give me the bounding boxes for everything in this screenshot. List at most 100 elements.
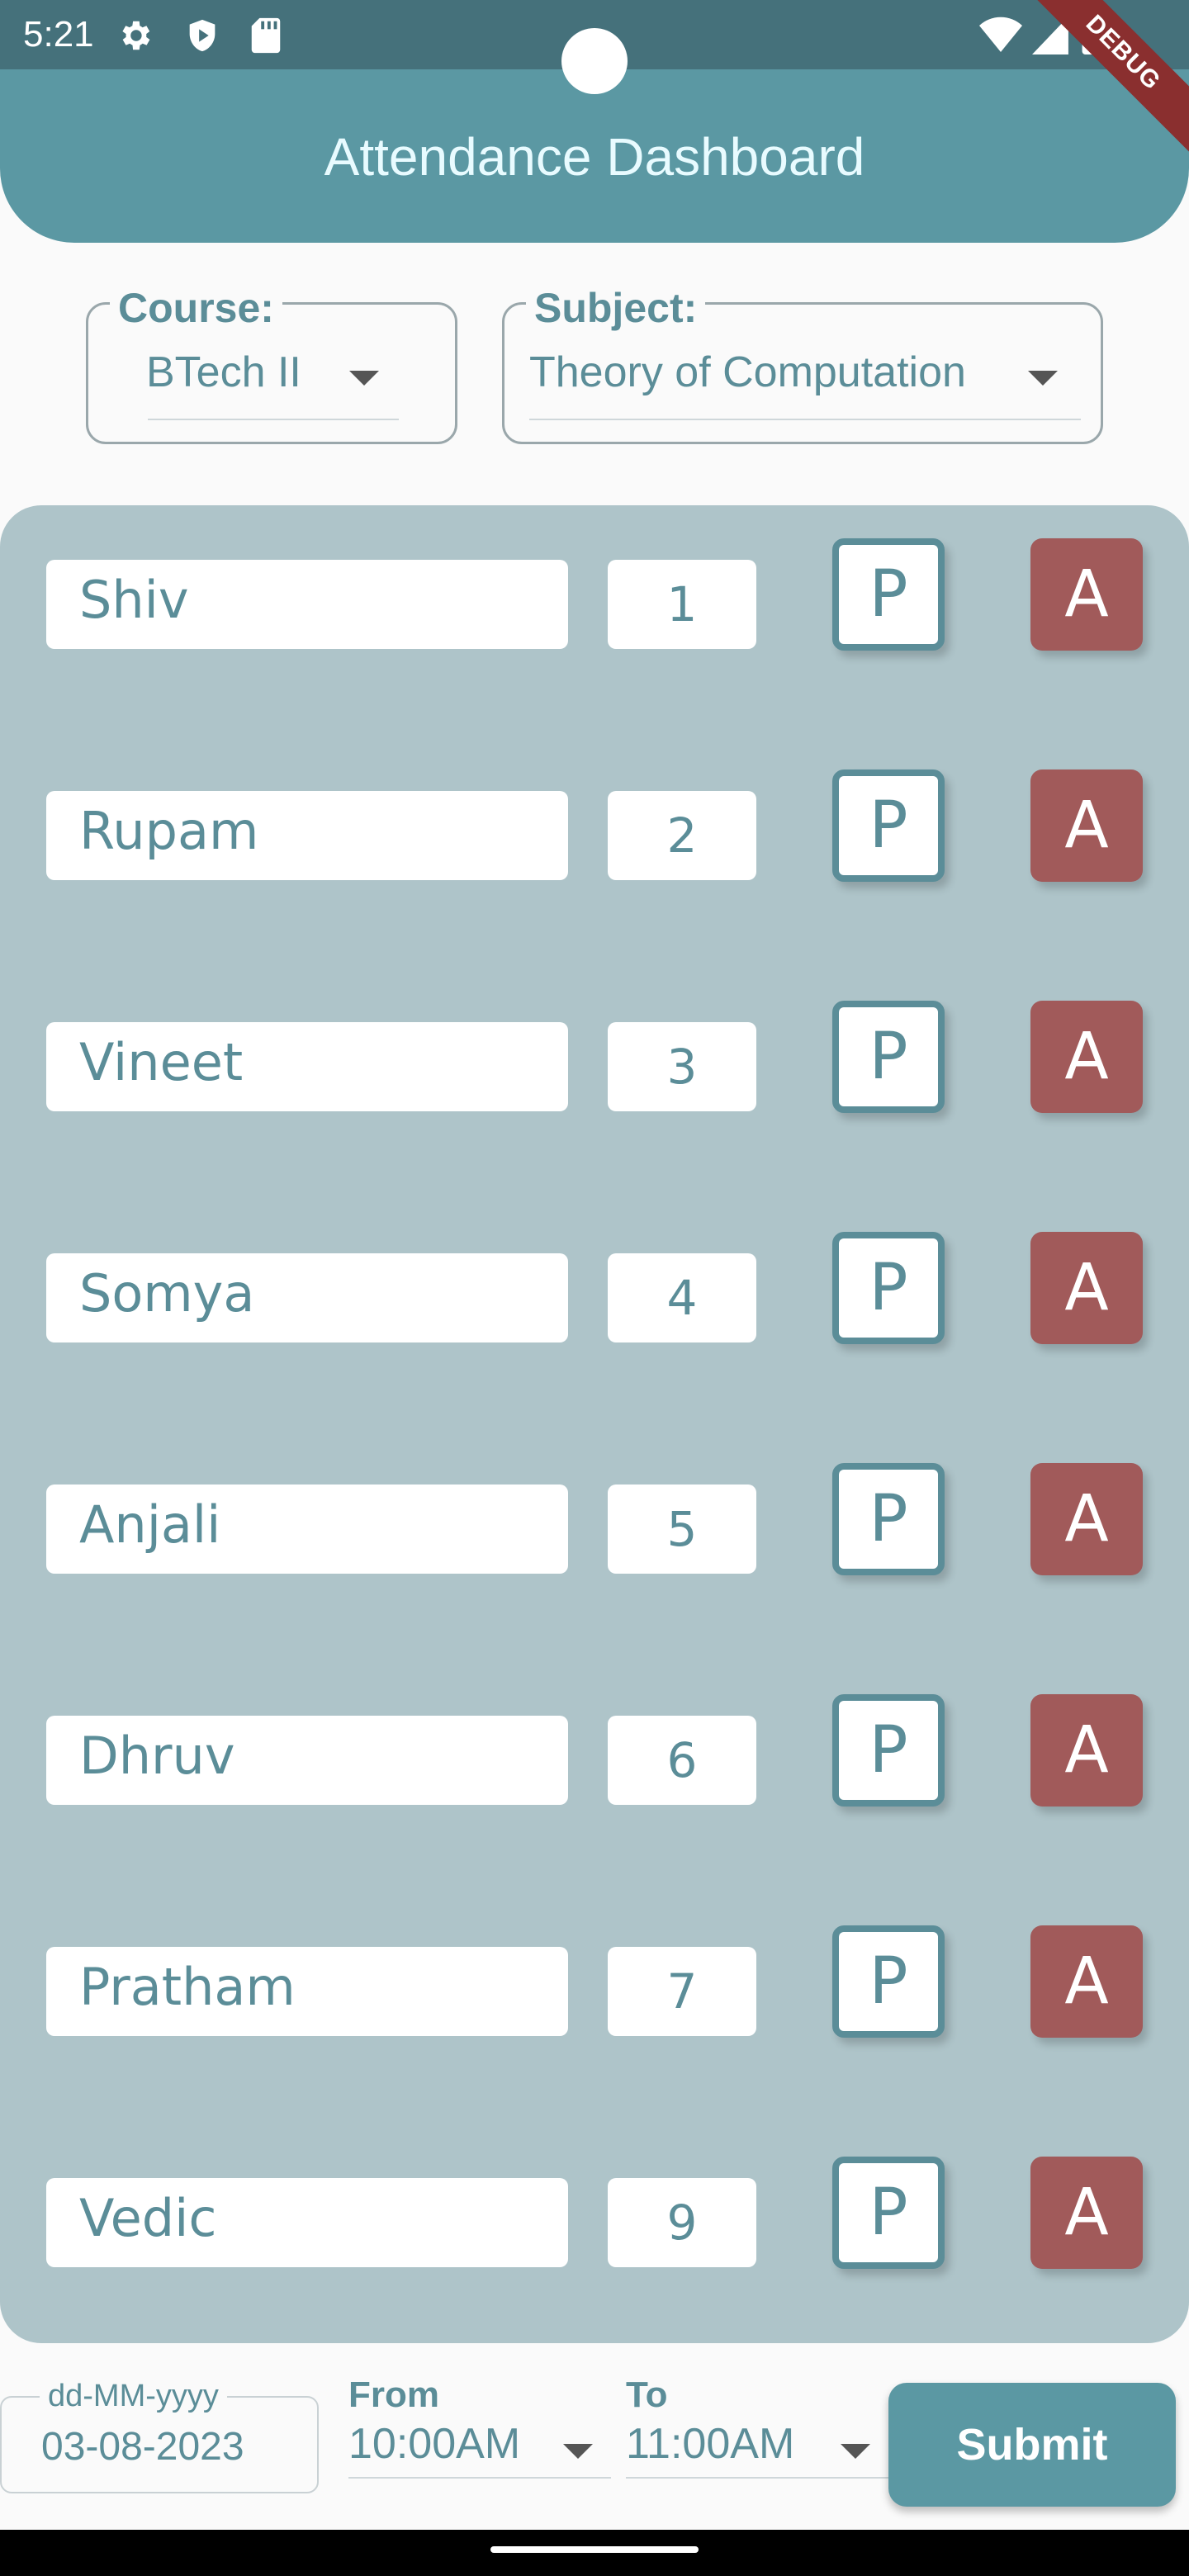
roll-number-field[interactable]: 7 <box>608 1947 756 2036</box>
chevron-down-icon <box>1028 371 1058 386</box>
roll-number: 7 <box>666 1963 698 2020</box>
roll-number-field[interactable]: 5 <box>608 1485 756 1574</box>
student-list-panel: Shiv 1 P A Rupam 2 P A Vineet 3 P A Somy… <box>0 505 1189 2343</box>
student-name: Vedic <box>79 2188 217 2248</box>
submit-button[interactable]: Submit <box>888 2383 1176 2507</box>
student-name-field[interactable]: Pratham <box>46 1947 568 2036</box>
present-button[interactable]: P <box>832 1463 945 1575</box>
absent-button[interactable]: A <box>1030 1925 1143 2038</box>
roll-number: 1 <box>666 576 698 632</box>
present-label: P <box>869 1251 908 1325</box>
student-row: Shiv 1 P A <box>0 538 1189 654</box>
student-row: Vedic 9 P A <box>0 2157 1189 2272</box>
absent-button[interactable]: A <box>1030 769 1143 882</box>
student-row: Vineet 3 P A <box>0 1001 1189 1116</box>
roll-number-field[interactable]: 9 <box>608 2178 756 2267</box>
present-button[interactable]: P <box>832 1694 945 1807</box>
absent-button[interactable]: A <box>1030 2157 1143 2269</box>
roll-number: 3 <box>666 1039 698 1095</box>
student-row: Somya 4 P A <box>0 1232 1189 1347</box>
course-dropdown[interactable]: Course: BTech II <box>86 286 457 444</box>
date-format-label: dd-MM-yyyy <box>40 2378 227 2414</box>
absent-label: A <box>1064 1482 1109 1556</box>
to-underline <box>626 2477 888 2479</box>
student-name: Anjali <box>79 1494 221 1555</box>
student-row: Rupam 2 P A <box>0 769 1189 885</box>
to-time-dropdown[interactable]: To 11:00AM <box>626 2375 888 2482</box>
student-name: Rupam <box>79 801 259 861</box>
present-button[interactable]: P <box>832 1001 945 1113</box>
course-value: BTech II <box>146 348 301 396</box>
course-underline <box>148 419 399 420</box>
camera-cutout <box>561 28 628 94</box>
student-name: Somya <box>79 1263 255 1324</box>
date-field[interactable]: dd-MM-yyyy 03-08-2023 <box>0 2378 319 2493</box>
student-name: Shiv <box>79 570 189 630</box>
present-label: P <box>869 1944 908 2019</box>
present-label: P <box>869 2176 908 2250</box>
home-gesture-handle[interactable] <box>490 2546 699 2553</box>
student-name: Pratham <box>79 1957 296 2017</box>
subject-underline <box>529 419 1081 420</box>
present-label: P <box>869 1020 908 1094</box>
present-label: P <box>869 557 908 632</box>
absent-label: A <box>1064 1944 1109 2019</box>
subject-dropdown[interactable]: Subject: Theory of Computation <box>502 286 1103 444</box>
course-label: Course: <box>110 286 282 329</box>
present-label: P <box>869 788 908 863</box>
student-name-field[interactable]: Rupam <box>46 791 568 880</box>
present-button[interactable]: P <box>832 538 945 651</box>
absent-button[interactable]: A <box>1030 538 1143 651</box>
date-value: 03-08-2023 <box>41 2425 244 2469</box>
absent-label: A <box>1064 557 1109 632</box>
shield-play-icon <box>189 19 216 52</box>
student-name: Dhruv <box>79 1726 235 1786</box>
student-row: Pratham 7 P A <box>0 1925 1189 2041</box>
subject-label: Subject: <box>526 286 706 329</box>
present-button[interactable]: P <box>832 1925 945 2038</box>
student-name-field[interactable]: Vedic <box>46 2178 568 2267</box>
from-time-value: 10:00AM <box>348 2420 521 2468</box>
present-button[interactable]: P <box>832 2157 945 2269</box>
roll-number-field[interactable]: 3 <box>608 1022 756 1111</box>
submit-label: Submit <box>956 2420 1108 2469</box>
student-name-field[interactable]: Dhruv <box>46 1716 568 1805</box>
roll-number: 9 <box>666 2195 698 2251</box>
student-name-field[interactable]: Vineet <box>46 1022 568 1111</box>
absent-label: A <box>1064 1713 1109 1788</box>
absent-button[interactable]: A <box>1030 1001 1143 1113</box>
roll-number-field[interactable]: 1 <box>608 560 756 649</box>
absent-label: A <box>1064 788 1109 863</box>
chevron-down-icon <box>563 2444 593 2459</box>
present-button[interactable]: P <box>832 769 945 882</box>
from-time-dropdown[interactable]: From 10:00AM <box>348 2375 611 2482</box>
student-name-field[interactable]: Somya <box>46 1253 568 1342</box>
roll-number: 4 <box>666 1270 698 1326</box>
roll-number-field[interactable]: 4 <box>608 1253 756 1342</box>
absent-label: A <box>1064 1020 1109 1094</box>
app-screen: 5:21 Attendance Dashboard DEBUG Course: … <box>0 0 1189 2576</box>
roll-number-field[interactable]: 6 <box>608 1716 756 1805</box>
absent-button[interactable]: A <box>1030 1694 1143 1807</box>
student-row: Anjali 5 P A <box>0 1463 1189 1579</box>
absent-button[interactable]: A <box>1030 1232 1143 1344</box>
from-label: From <box>348 2375 439 2415</box>
debug-ribbon: DEBUG <box>1019 0 1189 157</box>
chevron-down-icon <box>841 2444 870 2459</box>
status-time: 5:21 <box>23 14 94 54</box>
absent-label: A <box>1064 2176 1109 2250</box>
present-label: P <box>869 1482 908 1556</box>
roll-number: 6 <box>666 1732 698 1788</box>
student-name-field[interactable]: Anjali <box>46 1485 568 1574</box>
absent-label: A <box>1064 1251 1109 1325</box>
roll-number: 2 <box>666 807 698 864</box>
to-time-value: 11:00AM <box>626 2420 795 2468</box>
debug-ribbon-container: DEBUG <box>1007 0 1189 182</box>
roll-number-field[interactable]: 2 <box>608 791 756 880</box>
absent-button[interactable]: A <box>1030 1463 1143 1575</box>
present-label: P <box>869 1713 908 1788</box>
student-name-field[interactable]: Shiv <box>46 560 568 649</box>
chevron-down-icon <box>349 371 379 386</box>
present-button[interactable]: P <box>832 1232 945 1344</box>
system-nav-bar <box>0 2530 1189 2576</box>
